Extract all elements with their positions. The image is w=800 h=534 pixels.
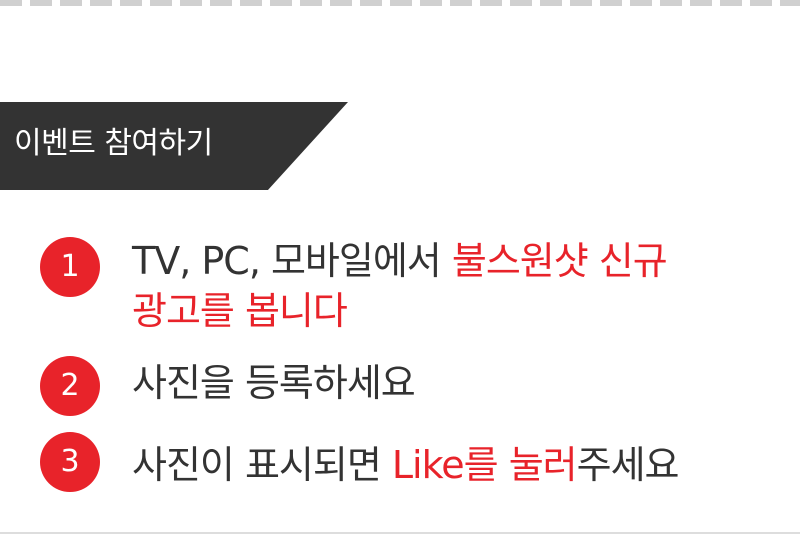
step-text: 사진을 등록하세요 — [132, 361, 416, 405]
step-number-badge: 2 — [40, 356, 100, 416]
step-text-prefix: 사진이 표시되면 — [132, 443, 392, 487]
step-text: TV, PC, 모바일에서 불스원샷 신규 광고를 봅니다 — [132, 236, 668, 336]
step-text-highlight: 불스원샷 신규 — [451, 239, 668, 283]
step-text-prefix: TV, PC, 모바일에서 — [132, 239, 452, 283]
event-page: 이벤트 참여하기 1 TV, PC, 모바일에서 불스원샷 신규 광고를 봅니다… — [0, 0, 800, 534]
step-text-suffix: 주세요 — [576, 443, 680, 487]
dashed-divider — [0, 0, 800, 6]
section-title: 이벤트 참여하기 — [14, 126, 213, 161]
step-number-badge: 3 — [40, 432, 100, 492]
step-text-highlight-line2: 광고를 봅니다 — [132, 289, 348, 333]
step-number-badge: 1 — [40, 237, 100, 297]
step-item-2: 2 사진을 등록하세요 — [40, 356, 780, 416]
step-text: 사진이 표시되면 Like를 눌러주세요 — [132, 440, 679, 490]
step-item-1: 1 TV, PC, 모바일에서 불스원샷 신규 광고를 봅니다 — [40, 236, 780, 336]
step-text-highlight: Like를 눌러 — [391, 443, 578, 487]
step-item-3: 3 사진이 표시되면 Like를 눌러주세요 — [40, 432, 780, 496]
